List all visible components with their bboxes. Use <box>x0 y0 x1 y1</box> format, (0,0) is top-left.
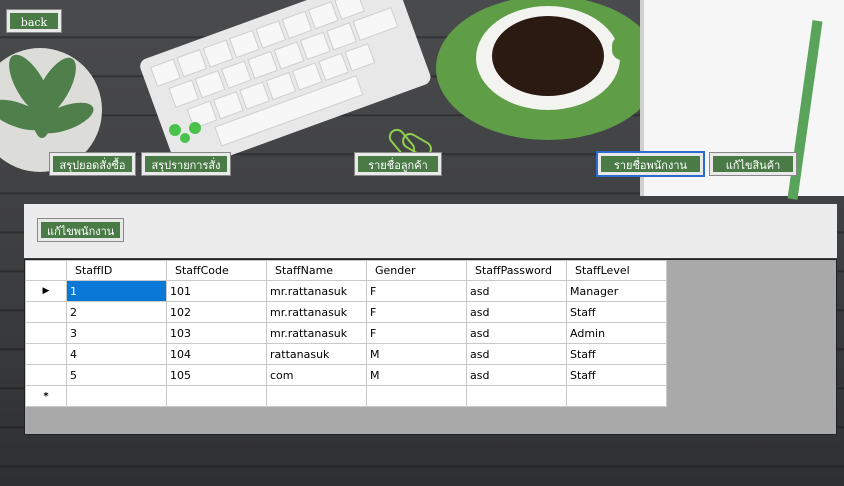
table-cell[interactable] <box>66 385 167 407</box>
table-cell[interactable]: 4 <box>66 343 167 365</box>
table-row[interactable]: 4 104 rattanasuk M asd Staff <box>25 343 667 365</box>
table-cell[interactable]: 1 <box>66 280 167 302</box>
column-header[interactable]: StaffName <box>266 260 367 281</box>
table-cell[interactable]: asd <box>466 322 567 344</box>
table-cell[interactable]: mr.rattanasuk <box>266 301 367 323</box>
table-cell[interactable] <box>366 385 467 407</box>
toolbar-panel <box>24 204 837 258</box>
keyboard-image <box>140 0 431 173</box>
table-cell[interactable]: 5 <box>66 364 167 386</box>
table-cell[interactable]: Staff <box>566 301 667 323</box>
table-cell[interactable]: F <box>366 301 467 323</box>
back-button[interactable]: back <box>6 9 62 33</box>
current-row-indicator[interactable]: ▶ <box>25 280 67 302</box>
table-row[interactable]: ▶ 1 101 mr.rattanasuk F asd Manager <box>25 280 667 302</box>
table-cell[interactable] <box>566 385 667 407</box>
table-cell[interactable]: 104 <box>166 343 267 365</box>
table-cell[interactable] <box>166 385 267 407</box>
table-cell[interactable]: asd <box>466 364 567 386</box>
table-cell[interactable]: Staff <box>566 343 667 365</box>
staff-table: StaffID StaffCode StaffName Gender Staff… <box>25 260 667 407</box>
table-cell[interactable]: 105 <box>166 364 267 386</box>
table-row[interactable]: 5 105 com M asd Staff <box>25 364 667 386</box>
table-cell[interactable]: asd <box>466 280 567 302</box>
table-cell[interactable]: Staff <box>566 364 667 386</box>
customer-list-button[interactable]: รายชื่อลูกค้า <box>354 152 442 176</box>
table-cell[interactable]: 101 <box>166 280 267 302</box>
new-row-indicator[interactable]: * <box>25 385 67 407</box>
row-header-corner <box>25 260 67 281</box>
edit-staff-button[interactable]: แก้ไขพนักงาน <box>37 218 124 242</box>
table-cell[interactable]: M <box>366 343 467 365</box>
table-cell[interactable]: asd <box>466 343 567 365</box>
row-header[interactable] <box>25 301 67 323</box>
table-cell[interactable]: Admin <box>566 322 667 344</box>
table-cell[interactable]: F <box>366 280 467 302</box>
table-cell[interactable]: Manager <box>566 280 667 302</box>
row-header[interactable] <box>25 364 67 386</box>
column-header[interactable]: StaffPassword <box>466 260 567 281</box>
order-summary-button[interactable]: สรุปยอดสั่งซื้อ <box>49 152 136 176</box>
column-header[interactable]: StaffCode <box>166 260 267 281</box>
table-cell[interactable]: M <box>366 364 467 386</box>
table-cell[interactable]: 102 <box>166 301 267 323</box>
table-cell[interactable]: rattanasuk <box>266 343 367 365</box>
column-header[interactable]: StaffID <box>66 260 167 281</box>
table-cell[interactable]: mr.rattanasuk <box>266 280 367 302</box>
table-cell[interactable]: 3 <box>66 322 167 344</box>
table-cell[interactable]: 2 <box>66 301 167 323</box>
row-header[interactable] <box>25 322 67 344</box>
staff-list-button[interactable]: รายชื่อพนักงาน <box>596 151 705 177</box>
column-header[interactable]: StaffLevel <box>566 260 667 281</box>
table-cell[interactable]: com <box>266 364 367 386</box>
table-cell[interactable]: 103 <box>166 322 267 344</box>
coffee-cup-image <box>436 0 660 140</box>
edit-product-button[interactable]: แก้ไขสินค้า <box>709 152 797 176</box>
table-cell[interactable]: mr.rattanasuk <box>266 322 367 344</box>
table-row[interactable]: 2 102 mr.rattanasuk F asd Staff <box>25 301 667 323</box>
table-row[interactable]: 3 103 mr.rattanasuk F asd Admin <box>25 322 667 344</box>
table-cell[interactable]: asd <box>466 301 567 323</box>
row-header[interactable] <box>25 343 67 365</box>
table-cell[interactable] <box>266 385 367 407</box>
table-cell[interactable] <box>466 385 567 407</box>
item-summary-button[interactable]: สรุปรายการสั่ง <box>141 152 231 176</box>
staff-data-grid[interactable]: StaffID StaffCode StaffName Gender Staff… <box>24 259 837 435</box>
table-cell[interactable]: F <box>366 322 467 344</box>
column-header[interactable]: Gender <box>366 260 467 281</box>
table-header-row: StaffID StaffCode StaffName Gender Staff… <box>25 260 667 281</box>
new-row[interactable]: * <box>25 385 667 407</box>
